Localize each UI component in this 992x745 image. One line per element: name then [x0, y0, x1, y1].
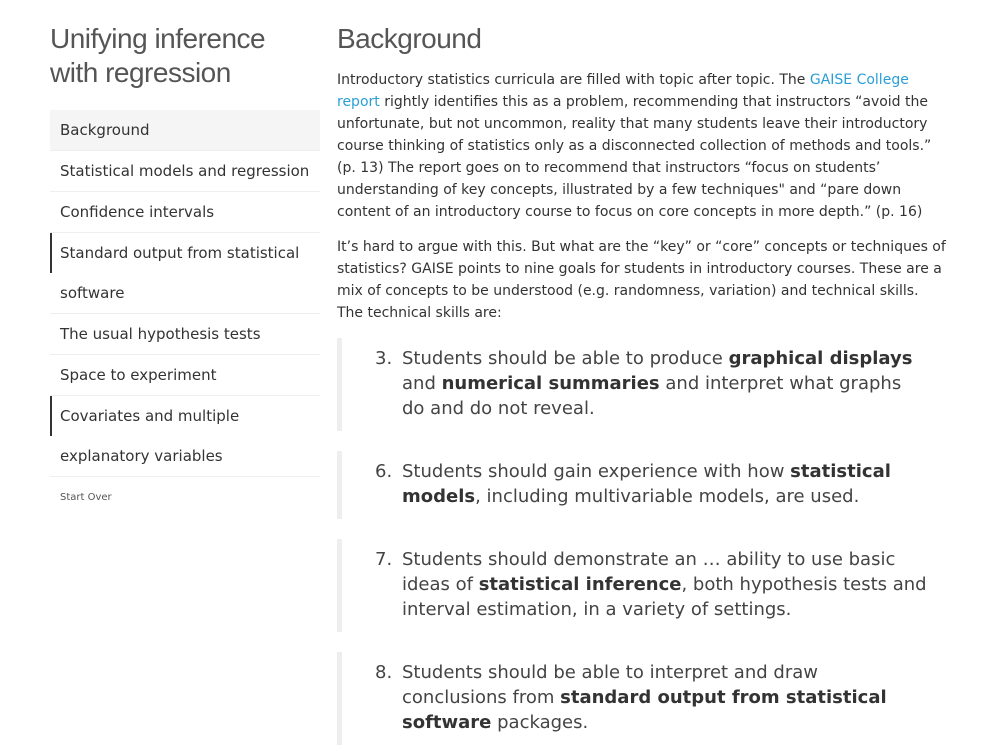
goal-text: Students should demonstrate an … ability… [402, 549, 927, 620]
toc-item-background[interactable]: Background [50, 110, 320, 151]
goal-quote-7: 7. Students should demonstrate an … abil… [337, 539, 947, 632]
toc-item-label-line2: software [60, 284, 125, 302]
goal-text: Students should be able to interpret and… [402, 662, 887, 733]
toc-item-label: Statistical models and regression [60, 162, 310, 180]
toc-item-label: Standard output from statistical [60, 244, 300, 262]
toc-item-label: The usual hypothesis tests [60, 325, 261, 343]
goal-quote-8: 8. Students should be able to interpret … [337, 652, 947, 745]
goal-text: Students should gain experience with how… [402, 461, 891, 507]
paragraph-intro: Introductory statistics curricula are fi… [337, 69, 947, 223]
sidebar: Unifying inference with regression Backg… [50, 0, 320, 504]
toc-item-confidence-intervals[interactable]: Confidence intervals [50, 192, 320, 233]
toc-item-covariates[interactable]: Covariates and multiple explanatory vari… [50, 396, 320, 477]
goal-number: 6. [375, 461, 393, 482]
goal-number: 7. [375, 549, 393, 570]
goal-number: 8. [375, 662, 393, 683]
goal-quote-6: 6. Students should gain experience with … [337, 451, 947, 519]
toc-item-hypothesis-tests[interactable]: The usual hypothesis tests [50, 314, 320, 355]
paragraph-goals: It’s hard to argue with this. But what a… [337, 239, 946, 321]
paragraph-text: Introductory statistics curricula are fi… [337, 72, 810, 88]
toc-item-statistical-models[interactable]: Statistical models and regression [50, 151, 320, 192]
toc-item-label: Space to experiment [60, 366, 217, 384]
toc-item-label-line2: explanatory variables [60, 447, 223, 465]
toc-item-label: Covariates and multiple [60, 407, 240, 425]
toc-item-label: Confidence intervals [60, 203, 215, 221]
goal-text: Students should be able to produce graph… [402, 348, 913, 419]
start-over-link[interactable]: Start Over [60, 492, 112, 503]
goal-quote-3: 3. Students should be able to produce gr… [337, 338, 947, 431]
section-title: Background [337, 23, 482, 54]
goal-number: 3. [375, 348, 393, 369]
toc-item-standard-output[interactable]: Standard output from statistical softwar… [50, 233, 320, 314]
toc-item-label: Background [60, 121, 150, 139]
toc-item-space-to-experiment[interactable]: Space to experiment [50, 355, 320, 396]
tutorial-title: Unifying inference with regression [50, 23, 266, 88]
main-content: Background Introductory statistics curri… [337, 0, 947, 745]
paragraph-text: rightly identifies this as a problem, re… [337, 94, 932, 220]
table-of-contents: Background Statistical models and regres… [50, 110, 320, 477]
